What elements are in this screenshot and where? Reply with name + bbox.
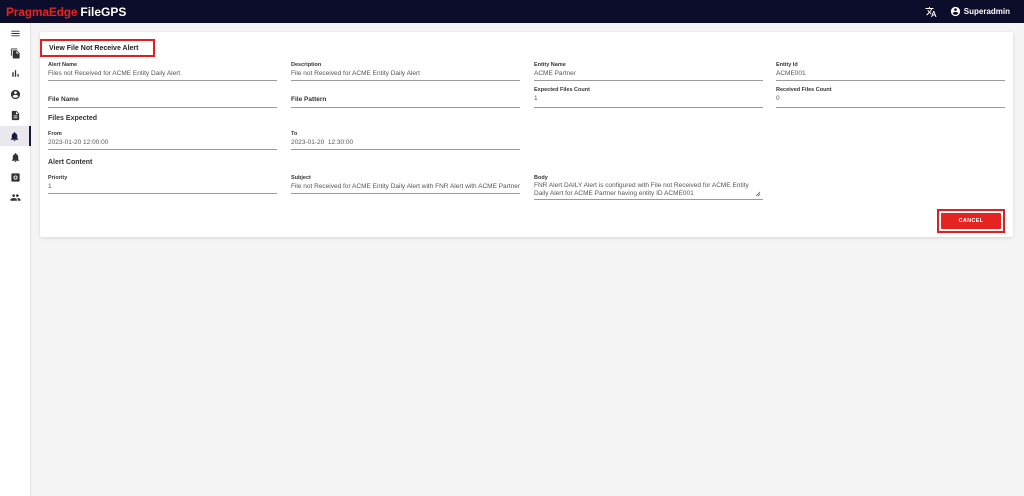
- user-name[interactable]: Superadmin: [964, 7, 1010, 16]
- entity-id-field[interactable]: Entity Id ACME001: [776, 62, 1005, 81]
- file-pattern-field[interactable]: File Pattern: [291, 92, 520, 108]
- priority-label: Priority: [48, 175, 68, 181]
- subject-field[interactable]: Subject File not Received for ACME Entit…: [291, 175, 520, 194]
- translate-icon[interactable]: [924, 5, 938, 19]
- file-pattern-label: File Pattern: [291, 96, 327, 103]
- description-value: File not Received for ACME Entity Daily …: [291, 70, 420, 77]
- body-value: FNR Alert DAILY Alert is configured with…: [534, 182, 749, 197]
- to-field[interactable]: To 2023-01-20 12:30:00: [291, 131, 520, 150]
- cancel-highlight: CANCEL: [937, 209, 1005, 233]
- description-field[interactable]: Description File not Received for ACME E…: [291, 62, 520, 81]
- page-title: View File Not Receive Alert: [40, 39, 155, 57]
- files-icon[interactable]: [0, 43, 31, 63]
- top-app-bar: PragmaEdge FileGPS Superadmin: [0, 0, 1024, 23]
- received-files-count-field[interactable]: Received Files Count 0: [776, 87, 1005, 108]
- menu-icon[interactable]: [0, 23, 31, 43]
- bell-alert-icon[interactable]: [0, 147, 31, 167]
- entity-name-label: Entity Name: [534, 62, 566, 68]
- file-name-field[interactable]: File Name: [48, 92, 277, 108]
- settings-box-icon[interactable]: [0, 167, 31, 187]
- brand-name-pragmaedge: PragmaEdge: [6, 4, 78, 19]
- expected-files-count-label: Expected Files Count: [534, 87, 590, 93]
- alert-details-card: View File Not Receive Alert Alert Name F…: [40, 32, 1013, 237]
- file-name-value: [48, 104, 277, 105]
- brand-name-filegps: FileGPS: [80, 4, 127, 19]
- alert-name-label: Alert Name: [48, 62, 78, 68]
- from-field[interactable]: From 2023-01-20 12:00:00: [48, 131, 277, 150]
- alert-name-field[interactable]: Alert Name Files not Received for ACME E…: [48, 62, 277, 81]
- sidebar: [0, 23, 31, 496]
- people-icon[interactable]: [0, 187, 31, 207]
- from-label: From: [48, 131, 62, 137]
- entity-name-value: ACME Partner: [534, 70, 576, 77]
- brand-logo[interactable]: PragmaEdge FileGPS: [6, 5, 126, 19]
- document-icon[interactable]: [0, 105, 31, 125]
- priority-field[interactable]: Priority 1: [48, 175, 277, 194]
- bell-icon[interactable]: [0, 126, 31, 146]
- resize-handle-icon[interactable]: [755, 191, 761, 197]
- from-value: 2023-01-20 12:00:00: [48, 139, 109, 146]
- subject-label: Subject: [291, 175, 311, 181]
- description-label: Description: [291, 62, 322, 68]
- priority-value: 1: [48, 183, 52, 190]
- to-value: 2023-01-20 12:30:00: [291, 139, 354, 146]
- file-name-label: File Name: [48, 96, 79, 103]
- entity-name-field[interactable]: Entity Name ACME Partner: [534, 62, 763, 81]
- alert-content-heading: Alert Content: [48, 159, 93, 166]
- subject-value: File not Received for ACME Entity Daily …: [291, 183, 521, 190]
- to-label: To: [291, 131, 298, 137]
- account-circle-icon[interactable]: [0, 84, 31, 104]
- cancel-button[interactable]: CANCEL: [941, 213, 1001, 229]
- body-label: Body: [534, 175, 548, 181]
- alert-name-value: Files not Received for ACME Entity Daily…: [48, 70, 181, 77]
- expected-files-count-value: 1: [534, 95, 538, 102]
- files-expected-heading: Files Expected: [48, 115, 98, 122]
- file-pattern-value: [291, 104, 520, 105]
- entity-id-value: ACME001: [776, 70, 806, 77]
- received-files-count-label: Received Files Count: [776, 87, 832, 93]
- top-right-controls: Superadmin: [924, 0, 1010, 23]
- entity-id-label: Entity Id: [776, 62, 798, 68]
- bar-chart-icon[interactable]: [0, 63, 31, 83]
- account-circle-icon[interactable]: [950, 6, 961, 17]
- expected-files-count-field[interactable]: Expected Files Count 1: [534, 87, 763, 108]
- received-files-count-value: 0: [776, 95, 780, 102]
- body-field[interactable]: Body FNR Alert DAILY Alert is configured…: [534, 175, 763, 200]
